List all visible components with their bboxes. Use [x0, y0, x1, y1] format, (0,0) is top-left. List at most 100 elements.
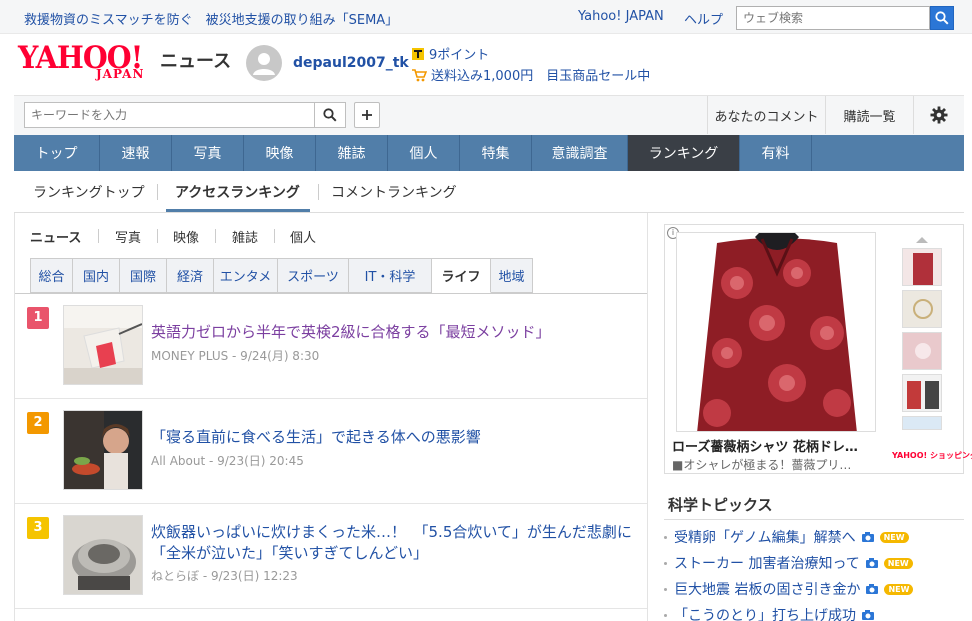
new-badge: NEW — [883, 557, 913, 569]
article-source: All About - 9/23(日) 20:45 — [151, 454, 304, 468]
genre-tab[interactable]: スポーツ — [278, 258, 349, 293]
category-news[interactable]: ニュース — [30, 227, 81, 246]
username[interactable]: depaul2007_tk — [293, 55, 409, 71]
topic-label[interactable]: 受精卵「ゲノム編集」解禁へ — [674, 527, 856, 547]
genre-tab[interactable]: 経済 — [167, 258, 214, 293]
article-source: ねとらぼ - 9/23(日) 12:23 — [151, 569, 298, 583]
divider — [157, 184, 158, 200]
nav-item[interactable]: 雑誌 — [316, 135, 388, 171]
ad-thumbnail[interactable] — [902, 332, 942, 370]
promo-link[interactable]: 救援物資のミスマッチを防ぐ 被災地支援の取り組み「SEMA」 — [24, 9, 398, 28]
nav-item[interactable]: 写真 — [172, 135, 244, 171]
nav-item[interactable]: 有料 — [740, 135, 812, 171]
nav-item[interactable]: トップ — [14, 135, 100, 171]
tab-access-ranking[interactable]: アクセスランキング — [175, 182, 300, 202]
search-icon — [935, 11, 949, 25]
divider — [215, 229, 216, 243]
keyword-search-button[interactable] — [314, 102, 346, 128]
bullet — [664, 561, 667, 565]
genre-tab[interactable]: IT・科学 — [349, 258, 432, 293]
ad-thumbnail[interactable] — [902, 416, 942, 430]
yahoo-japan-link[interactable]: Yahoo! JAPAN — [578, 9, 664, 24]
user-icon — [253, 53, 275, 75]
gear-icon — [930, 106, 948, 124]
divider — [318, 184, 319, 200]
ranking-item[interactable]: 3 炊飯器いっぱいに炊けまくった米…！ 「5.5合炊いて」が生んだ悲劇に「全米が… — [15, 504, 647, 609]
nav-item[interactable]: ランキング — [628, 135, 740, 171]
ad-description[interactable]: ■オシャレが極まる！薔薇プリ… — [672, 456, 851, 473]
genre-tab[interactable]: 総合 — [30, 258, 73, 293]
nav-item[interactable]: 特集 — [460, 135, 532, 171]
nav-item[interactable]: 意識調査 — [532, 135, 628, 171]
global-nav: トップ 速報 写真 映像 雑誌 個人 特集 意識調査 ランキング 有料 — [14, 135, 964, 171]
genre-tab[interactable]: 国際 — [120, 258, 167, 293]
genre-tab[interactable]: 地域 — [491, 258, 533, 293]
new-badge: NEW — [879, 531, 909, 543]
category-video[interactable]: 映像 — [173, 227, 199, 246]
ad-main-image[interactable] — [676, 232, 876, 432]
topic-item[interactable]: 「こうのとり」打ち上げ成功 — [664, 605, 875, 621]
ad-title[interactable]: ローズ薔薇柄シャツ 花柄ドレ… — [672, 436, 858, 455]
my-comments-button[interactable]: あなたのコメント — [707, 96, 825, 134]
nav-item[interactable]: 個人 — [388, 135, 460, 171]
bullet — [664, 613, 667, 617]
nav-item[interactable]: 映像 — [244, 135, 316, 171]
settings-button[interactable] — [913, 96, 964, 134]
category-individual[interactable]: 個人 — [290, 227, 316, 246]
my-comments-label: あなたのコメント — [714, 109, 819, 125]
ranking-item[interactable]: 1 英語力ゼロから半年で英検2級に合格する「最短メソッド」 MONEY PLUS… — [15, 294, 647, 399]
article-title[interactable]: 炊飯器いっぱいに炊けまくった米…！ 「5.5合炊いて」が生んだ悲劇に「全米が泣い… — [151, 522, 639, 564]
tab-comment-ranking[interactable]: コメントランキング — [331, 182, 457, 202]
article-thumbnail[interactable] — [63, 410, 143, 490]
ad-thumbnail[interactable] — [902, 374, 942, 412]
camera-icon — [862, 610, 874, 620]
plus-icon — [362, 110, 372, 120]
points-link[interactable]: 9ポイント — [411, 44, 489, 63]
nav-item[interactable]: 速報 — [100, 135, 172, 171]
shipping-text: 送料込み1,000円 目玉商品セール中 — [431, 69, 651, 84]
web-search-input[interactable] — [736, 6, 930, 30]
topic-label[interactable]: 「こうのとり」打ち上げ成功 — [674, 605, 856, 621]
topic-item[interactable]: ストーカー 加害者治療知って NEW — [664, 553, 913, 573]
ranking-item[interactable]: 2 「寝る直前に食べる生活」で起きる体への悪影響 All About - 9/2… — [15, 399, 647, 504]
divider — [664, 519, 964, 520]
logo-subtext: JAPAN — [96, 67, 145, 81]
tab-ranking-top[interactable]: ランキングトップ — [33, 182, 145, 202]
genre-tabs: 総合 国内 国際 経済 エンタメ スポーツ IT・科学 ライフ 地域 — [30, 258, 533, 294]
article-title[interactable]: 「寝る直前に食べる生活」で起きる体への悪影響 — [151, 427, 639, 448]
genre-tab[interactable]: ライフ — [432, 258, 491, 293]
ad-scroll-up[interactable] — [902, 234, 942, 244]
avatar[interactable] — [246, 45, 282, 81]
add-button[interactable] — [354, 102, 380, 128]
yahoo-logo[interactable]: YAHOO! JAPAN — [18, 43, 158, 82]
category-photo[interactable]: 写真 — [115, 227, 141, 246]
service-name[interactable]: ニュース — [160, 47, 231, 73]
active-tab-indicator — [166, 209, 310, 212]
help-link[interactable]: ヘルプ — [684, 9, 723, 28]
shopping-promo-link[interactable]: 送料込み1,000円 目玉商品セール中 — [411, 65, 650, 84]
camera-icon — [866, 584, 879, 594]
topic-item[interactable]: 巨大地震 岩板の固さ引き金か NEW — [664, 579, 914, 599]
topic-item[interactable]: 受精卵「ゲノム編集」解禁へ NEW — [664, 527, 909, 547]
bullet — [664, 535, 667, 539]
rank-badge: 2 — [27, 412, 49, 434]
genre-tab[interactable]: エンタメ — [214, 258, 278, 293]
topic-label[interactable]: ストーカー 加害者治療知って — [674, 553, 860, 573]
topic-label[interactable]: 巨大地震 岩板の固さ引き金か — [674, 579, 860, 599]
rank-badge: 3 — [27, 517, 49, 539]
article-title[interactable]: 英語力ゼロから半年で英検2級に合格する「最短メソッド」 — [151, 322, 639, 343]
web-search-button[interactable] — [930, 6, 954, 30]
search-icon — [323, 108, 337, 122]
article-thumbnail[interactable] — [63, 515, 143, 595]
ad-thumbnail[interactable] — [902, 290, 942, 328]
divider — [157, 229, 158, 243]
camera-icon — [865, 558, 878, 568]
keyword-search-input[interactable] — [24, 102, 314, 128]
ad-thumbnail[interactable] — [902, 248, 942, 286]
subscriptions-label: 購読一覧 — [843, 109, 896, 125]
article-thumbnail[interactable] — [63, 305, 143, 385]
subscriptions-button[interactable]: 購読一覧 — [825, 96, 913, 134]
category-magazine[interactable]: 雑誌 — [232, 227, 258, 246]
points-text: 9ポイント — [429, 48, 490, 63]
genre-tab[interactable]: 国内 — [73, 258, 120, 293]
